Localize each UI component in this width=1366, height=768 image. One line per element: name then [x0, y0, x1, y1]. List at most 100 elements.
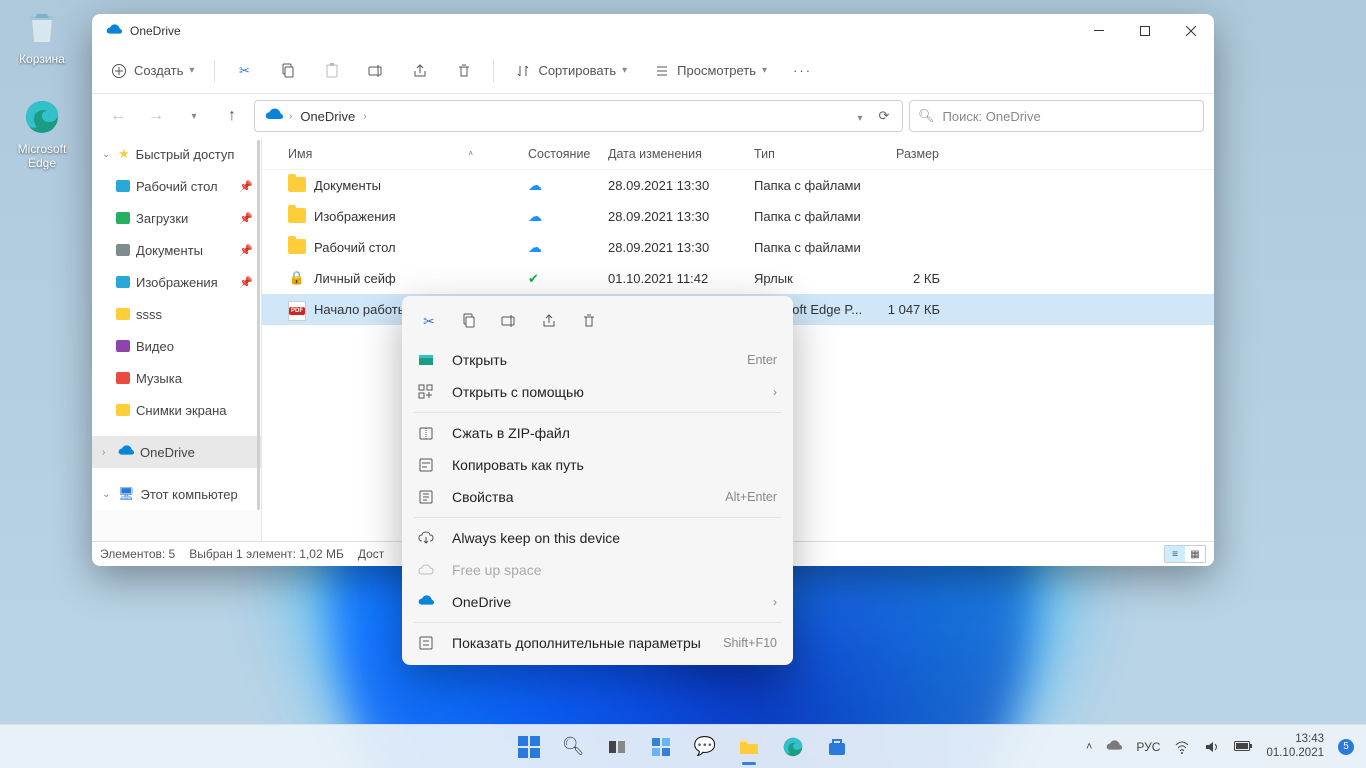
menu-separator: [414, 622, 781, 623]
notification-badge[interactable]: 5: [1338, 739, 1354, 755]
file-row[interactable]: Изображения☁28.09.2021 13:30Папка с файл…: [262, 201, 1214, 232]
ctx-properties[interactable]: Свойства Alt+Enter: [402, 481, 793, 513]
sidebar-scrollbar[interactable]: [257, 140, 260, 510]
widgets-button[interactable]: [641, 727, 681, 767]
address-bar[interactable]: › OneDrive › ▾ ⟳: [254, 100, 903, 132]
toolbar-separator: [493, 60, 494, 82]
file-row[interactable]: 🔒Личный сейф✔01.10.2021 11:42Ярлык2 КБ: [262, 263, 1214, 294]
delete-button[interactable]: [445, 56, 483, 86]
back-button[interactable]: ←: [102, 100, 134, 132]
search-box[interactable]: 🔍︎ Поиск: OneDrive: [909, 100, 1204, 132]
sidebar-item[interactable]: Документы📌: [92, 234, 261, 266]
recent-locations-button[interactable]: ▾: [178, 100, 210, 132]
view-button[interactable]: Просмотреть ▾: [643, 56, 777, 86]
search-button[interactable]: 🔍︎: [553, 727, 593, 767]
tray-chevron-up[interactable]: ˄: [1086, 741, 1092, 753]
folder-icon: [116, 340, 130, 352]
explorer-taskbar-button[interactable]: [729, 727, 769, 767]
ctx-share-button[interactable]: [532, 306, 566, 336]
start-button[interactable]: [509, 727, 549, 767]
sidebar-item[interactable]: Загрузки📌: [92, 202, 261, 234]
battery-icon[interactable]: [1234, 741, 1252, 753]
ctx-copy-path[interactable]: Копировать как путь: [402, 449, 793, 481]
ctx-cut-button[interactable]: ✂: [412, 306, 446, 336]
sidebar-item[interactable]: Видео: [92, 330, 261, 362]
volume-icon[interactable]: [1204, 739, 1220, 755]
ctx-show-more[interactable]: Показать дополнительные параметры Shift+…: [402, 627, 793, 659]
copy-path-icon: [418, 457, 436, 473]
chevron-right-icon[interactable]: ›: [361, 111, 368, 122]
forward-button[interactable]: →: [140, 100, 172, 132]
folder-icon: [288, 177, 306, 192]
maximize-button[interactable]: [1122, 14, 1168, 48]
file-row[interactable]: Документы☁28.09.2021 13:30Папка с файлам…: [262, 170, 1214, 201]
store-taskbar-button[interactable]: [817, 727, 857, 767]
view-toggle: ≡ ▦: [1164, 545, 1206, 563]
sidebar-item[interactable]: ssss: [92, 298, 261, 330]
chevron-down-icon[interactable]: ⌄: [102, 489, 112, 500]
more-button[interactable]: ···: [783, 57, 822, 84]
new-button[interactable]: Создать ▾: [100, 56, 204, 86]
breadcrumb-onedrive[interactable]: OneDrive: [294, 107, 361, 126]
sort-button[interactable]: Сортировать ▾: [504, 56, 637, 86]
chevron-down-icon[interactable]: ⌄: [102, 149, 112, 160]
address-dropdown-button[interactable]: ▾: [848, 109, 872, 124]
onedrive-icon: [418, 594, 436, 610]
desktop-icon-label: Microsoft Edge: [18, 142, 67, 170]
edge-taskbar-button[interactable]: [773, 727, 813, 767]
col-name[interactable]: Имя˄: [276, 138, 528, 169]
sidebar-item-label: Документы: [136, 243, 203, 258]
col-type[interactable]: Тип: [754, 138, 874, 169]
thumbnails-view-button[interactable]: ▦: [1185, 546, 1205, 562]
language-indicator[interactable]: РУС: [1136, 740, 1160, 754]
chat-button[interactable]: 💬: [685, 727, 725, 767]
col-state[interactable]: Состояние: [528, 138, 608, 169]
folder-icon: [116, 180, 130, 192]
copy-icon: [461, 313, 477, 329]
paste-button[interactable]: [313, 56, 351, 86]
chevron-right-icon[interactable]: ›: [287, 111, 294, 122]
ctx-open-with[interactable]: Открыть с помощью ›: [402, 376, 793, 408]
refresh-button[interactable]: ⟳: [872, 108, 896, 124]
details-view-button[interactable]: ≡: [1165, 546, 1185, 562]
clock[interactable]: 13:43 01.10.2021: [1266, 733, 1324, 759]
task-view-icon: [607, 737, 627, 757]
rename-button[interactable]: [357, 56, 395, 86]
command-bar: Создать ▾ ✂ Сортировать ▾ Просмотреть ▾ …: [92, 48, 1214, 94]
col-size[interactable]: Размер: [874, 138, 946, 169]
taskbar-center: 🔍︎ 💬: [509, 727, 857, 767]
task-view-button[interactable]: [597, 727, 637, 767]
sidebar-item[interactable]: Изображения📌: [92, 266, 261, 298]
ctx-onedrive[interactable]: OneDrive ›: [402, 586, 793, 618]
cut-button[interactable]: ✂: [225, 56, 263, 86]
sidebar-item[interactable]: Снимки экрана: [92, 394, 261, 426]
sidebar-item[interactable]: Рабочий стол📌: [92, 170, 261, 202]
monitor-icon: 🖥: [118, 486, 135, 502]
sidebar-item[interactable]: Музыка: [92, 362, 261, 394]
ctx-rename-button[interactable]: [492, 306, 526, 336]
ctx-open[interactable]: Открыть Enter: [402, 344, 793, 376]
sidebar-quick-access[interactable]: ⌄ ★ Быстрый доступ: [92, 138, 261, 170]
sidebar-this-pc[interactable]: ⌄ 🖥 Этот компьютер: [92, 478, 261, 510]
wifi-icon[interactable]: [1174, 739, 1190, 755]
ctx-zip[interactable]: Сжать в ZIP-файл: [402, 417, 793, 449]
col-date[interactable]: Дата изменения: [608, 138, 754, 169]
close-button[interactable]: [1168, 14, 1214, 48]
share-button[interactable]: [401, 56, 439, 86]
sidebar-onedrive[interactable]: › OneDrive: [92, 436, 261, 468]
desktop-icon-label: Корзина: [19, 52, 65, 66]
desktop-icon-recycle-bin[interactable]: Корзина: [6, 6, 78, 66]
file-row[interactable]: Рабочий стол☁28.09.2021 13:30Папка с фай…: [262, 232, 1214, 263]
minimize-button[interactable]: [1076, 14, 1122, 48]
desktop-icon-edge[interactable]: Microsoft Edge: [6, 96, 78, 170]
up-button[interactable]: ↑: [216, 100, 248, 132]
ctx-always-keep[interactable]: Always keep on this device: [402, 522, 793, 554]
titlebar[interactable]: OneDrive: [92, 14, 1214, 48]
copy-button[interactable]: [269, 56, 307, 86]
file-type: Ярлык: [754, 271, 874, 286]
ctx-copy-button[interactable]: [452, 306, 486, 336]
file-date: 28.09.2021 13:30: [608, 178, 754, 193]
chevron-right-icon[interactable]: ›: [102, 447, 112, 458]
onedrive-tray-icon[interactable]: [1106, 739, 1122, 755]
ctx-delete-button[interactable]: [572, 306, 606, 336]
